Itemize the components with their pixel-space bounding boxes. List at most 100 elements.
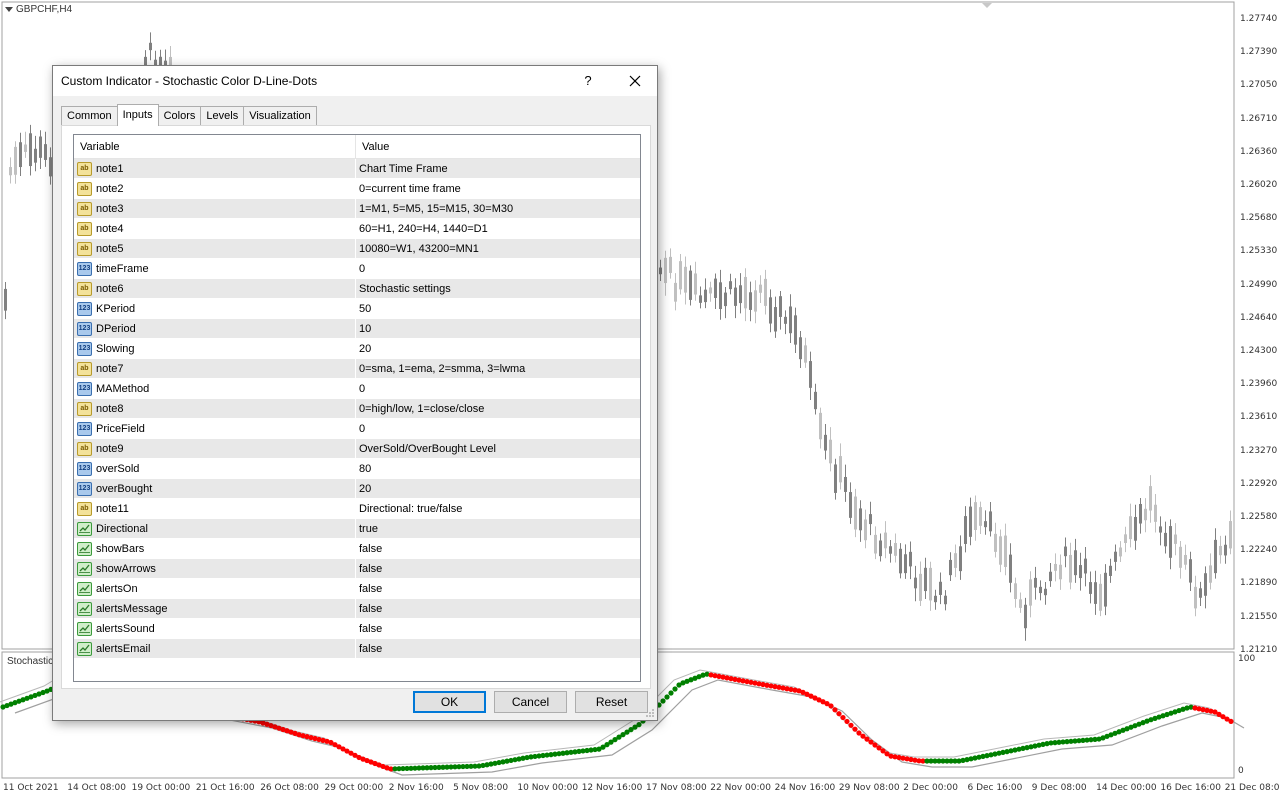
value-cell[interactable]: Directional: true/false	[356, 499, 640, 518]
tab-inputs[interactable]: Inputs	[116, 104, 159, 126]
input-row-PriceField[interactable]: 123 PriceField 0	[74, 419, 640, 439]
input-row-Directional[interactable]: Directional true	[74, 519, 640, 539]
tab-levels[interactable]: Levels	[200, 106, 245, 126]
variable-cell: 123 KPeriod	[74, 299, 356, 318]
value-cell[interactable]: 10080=W1, 43200=MN1	[356, 239, 640, 258]
symbol-label[interactable]: GBPCHF,H4	[5, 4, 72, 15]
variable-name: MAMethod	[96, 382, 150, 395]
stochastic-dot	[848, 722, 854, 728]
candle-body	[664, 257, 667, 284]
close-button[interactable]	[613, 66, 657, 96]
input-row-note1[interactable]: ab note1 Chart Time Frame	[74, 159, 640, 179]
input-row-note5[interactable]: ab note5 10080=W1, 43200=MN1	[74, 239, 640, 259]
cancel-button[interactable]: Cancel	[494, 691, 567, 713]
dialog-title-bar[interactable]: Custom Indicator - Stochastic Color D-Li…	[53, 66, 657, 96]
resize-grip-icon[interactable]	[645, 708, 655, 718]
candle-body	[689, 270, 692, 300]
input-row-showArrows[interactable]: showArrows false	[74, 559, 640, 579]
value-cell[interactable]: 60=H1, 240=H4, 1440=D1	[356, 219, 640, 238]
value-cell[interactable]: 0=high/low, 1=close/close	[356, 399, 640, 418]
input-row-note9[interactable]: ab note9 OverSold/OverBought Level	[74, 439, 640, 459]
variable-cell: alertsMessage	[74, 599, 356, 618]
number-type-icon: 123	[77, 381, 92, 396]
input-row-alertsSound[interactable]: alertsSound false	[74, 619, 640, 639]
tab-common[interactable]: Common	[61, 106, 118, 126]
value-cell[interactable]: OverSold/OverBought Level	[356, 439, 640, 458]
boolean-type-icon	[77, 601, 92, 616]
value-cell[interactable]: 20	[356, 479, 640, 498]
input-row-note2[interactable]: ab note2 0=current time frame	[74, 179, 640, 199]
value-cell[interactable]: 50	[356, 299, 640, 318]
column-header-variable[interactable]: Variable	[74, 135, 356, 159]
value-cell[interactable]: false	[356, 559, 640, 578]
value-cell[interactable]: false	[356, 539, 640, 558]
price-tick-label: 1.25680	[1240, 213, 1278, 224]
input-row-note8[interactable]: ab note8 0=high/low, 1=close/close	[74, 399, 640, 419]
value-cell[interactable]: 0	[356, 259, 640, 278]
value-cell[interactable]: false	[356, 639, 640, 658]
input-row-alertsMessage[interactable]: alertsMessage false	[74, 599, 640, 619]
input-row-note6[interactable]: ab note6 Stochastic settings	[74, 279, 640, 299]
variable-name: KPeriod	[96, 302, 136, 315]
candle-body	[1214, 539, 1217, 574]
time-tick-label: 11 Oct 2021	[3, 783, 59, 793]
column-header-value[interactable]: Value	[356, 135, 389, 159]
value-cell[interactable]: 0	[356, 379, 640, 398]
inputs-list[interactable]: Variable Value ab note1 Chart Time Frame ab…	[73, 134, 641, 682]
candle-body	[1024, 604, 1027, 629]
variable-cell: alertsSound	[74, 619, 356, 638]
ok-button[interactable]: OK	[413, 691, 486, 713]
candle-body	[1094, 582, 1097, 604]
candle-body	[1129, 516, 1132, 540]
reset-button[interactable]: Reset	[575, 691, 648, 713]
value-cell[interactable]: 0	[356, 419, 640, 438]
tab-visualization[interactable]: Visualization	[243, 106, 317, 126]
value-cell[interactable]: false	[356, 599, 640, 618]
input-row-overBought[interactable]: 123 overBought 20	[74, 479, 640, 499]
candle-body	[949, 559, 952, 576]
value-cell[interactable]: false	[356, 579, 640, 598]
value-cell[interactable]: 0=sma, 1=ema, 2=smma, 3=lwma	[356, 359, 640, 378]
time-tick-label: 9 Dec 08:00	[1031, 783, 1087, 793]
candle-body	[829, 439, 832, 464]
input-row-note4[interactable]: ab note4 60=H1, 240=H4, 1440=D1	[74, 219, 640, 239]
candle-body	[1074, 550, 1077, 576]
candle-body	[734, 287, 737, 306]
value-cell[interactable]: 0=current time frame	[356, 179, 640, 198]
input-row-MAMethod[interactable]: 123 MAMethod 0	[74, 379, 640, 399]
value-cell[interactable]: 20	[356, 339, 640, 358]
string-type-icon: ab	[77, 161, 92, 176]
tab-colors[interactable]: Colors	[157, 106, 202, 126]
value-cell[interactable]: false	[356, 619, 640, 638]
candle-body	[909, 551, 912, 567]
input-row-note11[interactable]: ab note11 Directional: true/false	[74, 499, 640, 519]
input-row-Slowing[interactable]: 123 Slowing 20	[74, 339, 640, 359]
value-cell[interactable]: true	[356, 519, 640, 538]
value-cell[interactable]: 80	[356, 459, 640, 478]
stochastic-dot	[836, 711, 842, 717]
candle-body	[764, 278, 767, 306]
input-row-note3[interactable]: ab note3 1=M1, 5=M5, 15=M15, 30=M30	[74, 199, 640, 219]
value-cell[interactable]: 1=M1, 5=M5, 15=M15, 30=M30	[356, 199, 640, 218]
input-row-showBars[interactable]: showBars false	[74, 539, 640, 559]
variable-cell: showArrows	[74, 559, 356, 578]
input-row-timeFrame[interactable]: 123 timeFrame 0	[74, 259, 640, 279]
input-row-note7[interactable]: ab note7 0=sma, 1=ema, 2=smma, 3=lwma	[74, 359, 640, 379]
value-cell[interactable]: Stochastic settings	[356, 279, 640, 298]
input-row-KPeriod[interactable]: 123 KPeriod 50	[74, 299, 640, 319]
boolean-type-icon	[77, 581, 92, 596]
string-type-icon: ab	[77, 361, 92, 376]
price-tick-label: 1.23270	[1240, 445, 1278, 456]
input-row-alertsEmail[interactable]: alertsEmail false	[74, 639, 640, 659]
value-cell[interactable]: Chart Time Frame	[356, 159, 640, 178]
input-row-overSold[interactable]: 123 overSold 80	[74, 459, 640, 479]
candle-body	[29, 133, 32, 167]
close-icon	[629, 75, 641, 87]
help-button[interactable]: ?	[573, 66, 603, 96]
variable-cell: ab note8	[74, 399, 356, 418]
input-row-alertsOn[interactable]: alertsOn false	[74, 579, 640, 599]
value-cell[interactable]: 10	[356, 319, 640, 338]
variable-name: alertsEmail	[96, 642, 151, 655]
price-tick-label: 1.24990	[1240, 279, 1278, 290]
input-row-DPeriod[interactable]: 123 DPeriod 10	[74, 319, 640, 339]
